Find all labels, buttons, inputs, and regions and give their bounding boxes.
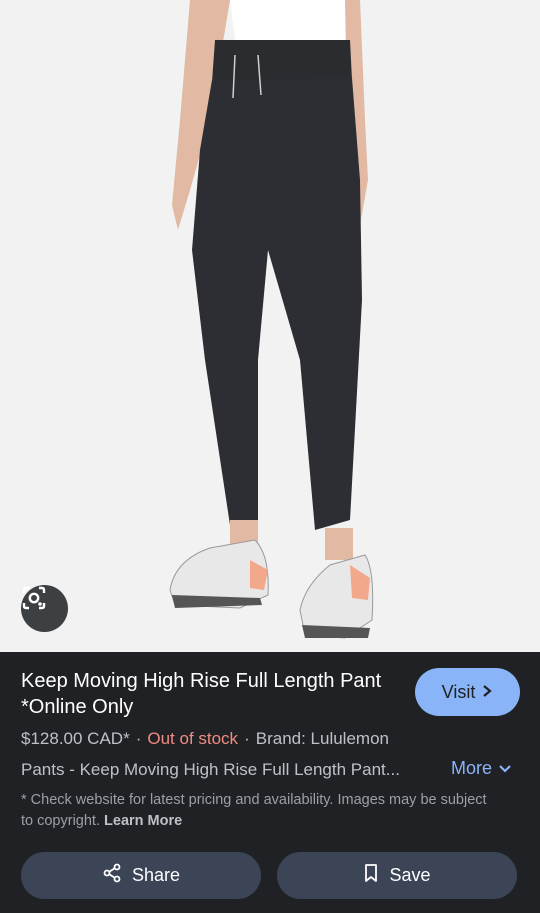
product-meta: $128.00 CAD* · Out of stock · Brand: Lululem… [21,729,389,749]
product-title: Keep Moving High Rise Full Length Pant *… [21,670,382,718]
visit-button[interactable]: Visit [415,668,520,716]
stock-status: Out of stock [147,729,239,748]
separator: · [244,729,250,748]
product-price: $128.00 CAD* [21,729,130,748]
disclaimer: * Check website for latest pricing and a… [21,790,501,832]
product-photo-pants [0,0,540,652]
lens-button[interactable] [21,585,68,632]
share-icon [102,863,122,888]
product-info-panel: Keep Moving High Rise Full Length Pant *… [0,652,540,913]
share-label: Share [131,865,181,885]
disclaimer-text: * Check website for latest pricing and a… [21,792,487,829]
more-label: More [451,758,493,778]
save-label: Save [389,865,431,885]
learn-more-link[interactable]: Learn More [104,813,182,829]
separator: · [135,729,142,748]
share-button[interactable]: Share [21,852,261,899]
product-image[interactable] [0,0,540,652]
save-button[interactable]: Save [277,852,517,899]
bookmark-icon [363,863,379,888]
more-button[interactable]: More [451,758,512,779]
product-description: Pants - Keep Moving High Rise Full Lengt… [21,760,400,779]
chevron-down-icon [498,758,512,779]
visit-label: Visit [441,681,476,702]
chevron-right-icon [481,682,493,703]
product-brand: Brand: Lululemon [255,729,389,748]
